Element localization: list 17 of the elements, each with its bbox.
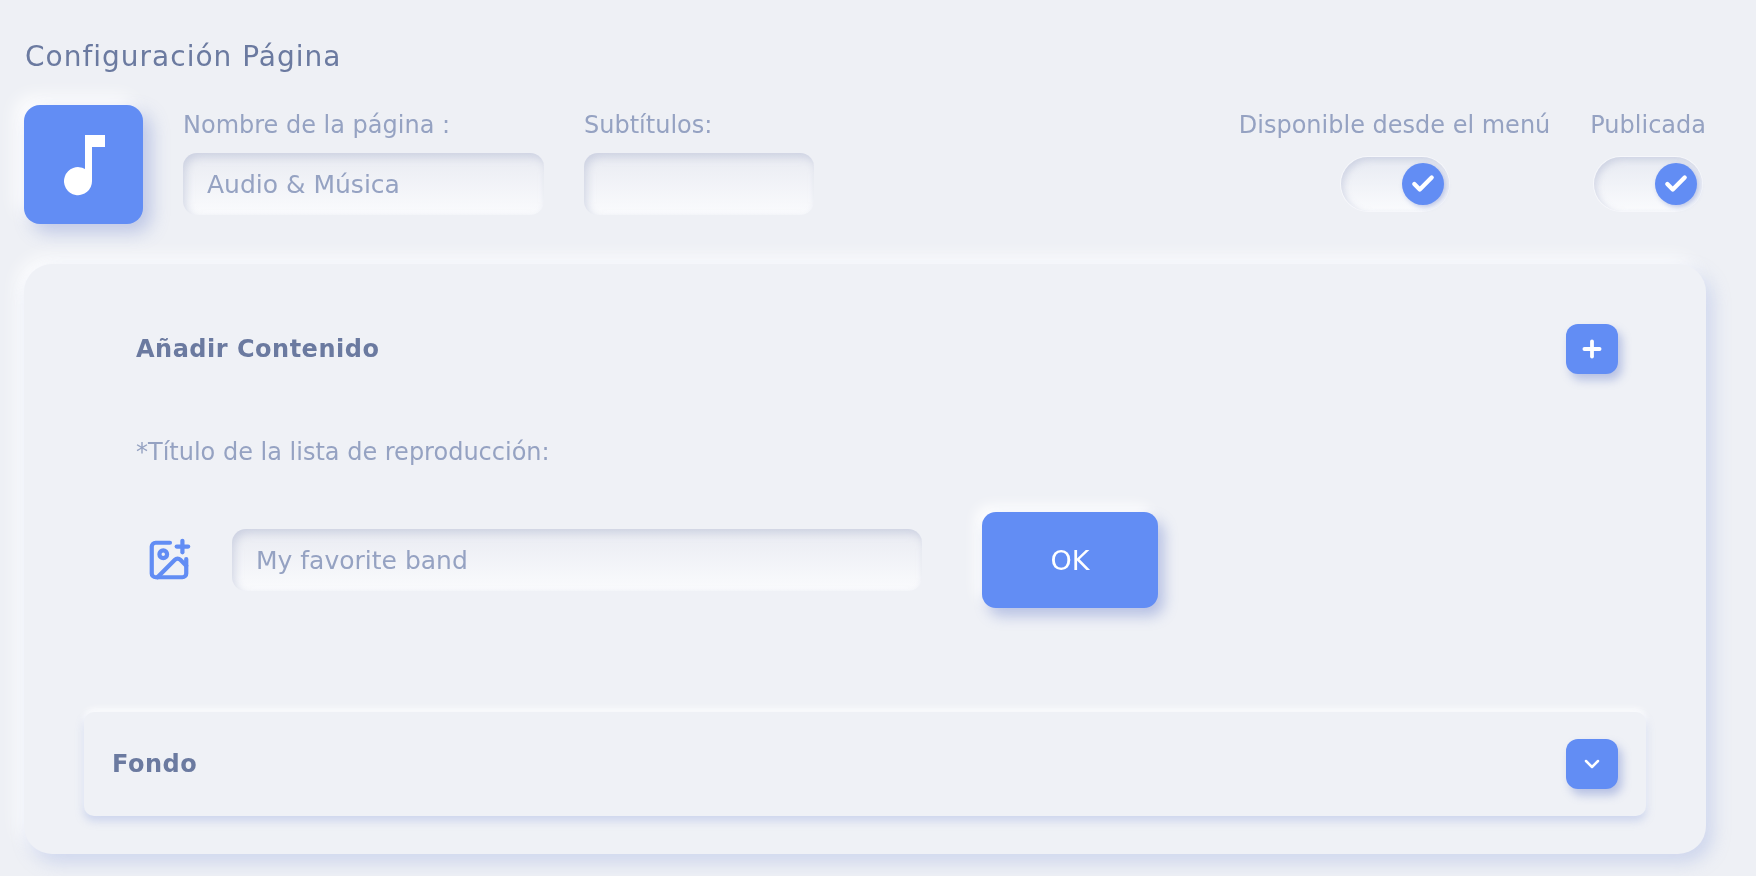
toggle-switch[interactable]: [1340, 157, 1449, 211]
add-button[interactable]: [1566, 324, 1618, 374]
field-label: *Título de la lista de reproducción:: [136, 438, 551, 466]
text-field[interactable]: [584, 153, 814, 215]
playlist-title-field[interactable]: My favorite band: [232, 529, 922, 591]
expand-button[interactable]: [1566, 739, 1618, 789]
section-title: Añadir Contenido: [136, 335, 380, 363]
toggle-label: Publicada: [1590, 111, 1706, 139]
page-title: Configuración Página: [25, 40, 343, 73]
ok-button[interactable]: OK: [982, 512, 1158, 608]
music-note-icon: [24, 105, 143, 224]
toggle-switch[interactable]: [1594, 157, 1703, 211]
field-label: Subtítulos:: [584, 111, 714, 139]
field-label: Nombre de la página :: [183, 111, 452, 139]
toggle-label: Disponible desde el menú: [1238, 111, 1551, 139]
section-title: Fondo: [112, 750, 198, 778]
text-field[interactable]: Audio & Música: [183, 153, 544, 215]
